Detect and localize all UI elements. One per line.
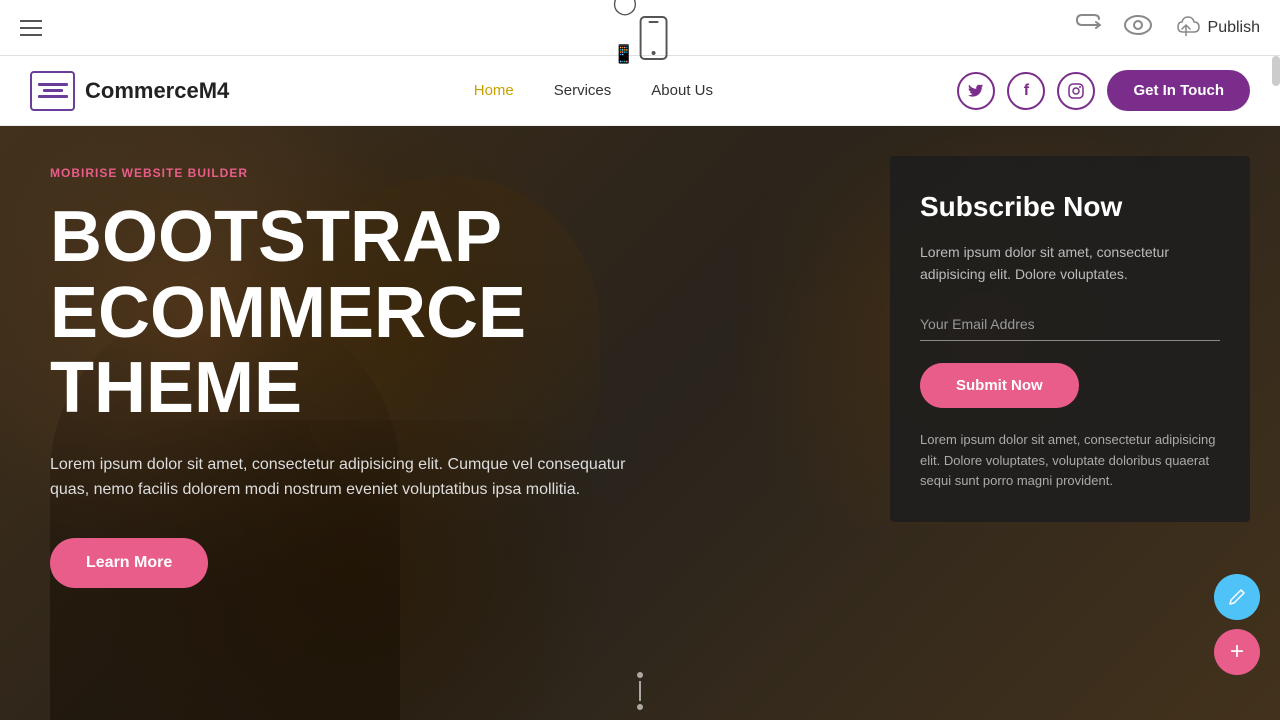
- logo-bar-1: [38, 83, 68, 86]
- fab-add-button[interactable]: +: [1214, 629, 1260, 675]
- toolbar-right: Publish: [1076, 14, 1260, 41]
- site-logo: CommerceM4: [30, 71, 229, 111]
- scroll-indicator: [637, 672, 643, 710]
- undo-icon[interactable]: [1076, 14, 1104, 41]
- hero-title-line3: THEME: [50, 348, 302, 428]
- hero-section: MOBIRISE WEBSITE BUILDER BOOTSTRAP ECOMM…: [0, 126, 1280, 720]
- get-in-touch-button[interactable]: Get In Touch: [1107, 70, 1250, 111]
- publish-button[interactable]: Publish: [1172, 14, 1260, 41]
- learn-more-button[interactable]: Learn More: [50, 538, 208, 588]
- facebook-icon: f: [1024, 82, 1029, 100]
- hero-tag: MOBIRISE WEBSITE BUILDER: [50, 166, 840, 180]
- scroll-dot: [637, 672, 643, 678]
- nav-links: Home Services About Us: [474, 82, 713, 99]
- publish-cloud-icon: [1172, 14, 1200, 41]
- logo-bar-3: [38, 95, 68, 98]
- nav-socials: f: [957, 72, 1095, 110]
- hero-description: Lorem ipsum dolor sit amet, consectetur …: [50, 452, 650, 503]
- toolbar-center: ◯📱: [613, 0, 668, 66]
- social-twitter-button[interactable]: [957, 72, 995, 110]
- toolbar: ◯📱 Publish: [0, 0, 1280, 56]
- nav-link-home[interactable]: Home: [474, 82, 514, 99]
- scroll-line: [639, 681, 641, 701]
- social-facebook-button[interactable]: f: [1007, 72, 1045, 110]
- subscribe-footer: Lorem ipsum dolor sit amet, consectetur …: [920, 430, 1220, 492]
- hero-content: MOBIRISE WEBSITE BUILDER BOOTSTRAP ECOMM…: [0, 126, 890, 628]
- submit-button[interactable]: Submit Now: [920, 363, 1079, 408]
- nav-link-services[interactable]: Services: [554, 82, 612, 99]
- toolbar-left: [20, 20, 42, 36]
- fab-pencil-button[interactable]: [1214, 574, 1260, 620]
- hero-title: BOOTSTRAP ECOMMERCE THEME: [50, 200, 840, 427]
- hero-title-line2: ECOMMERCE: [50, 273, 526, 353]
- nav-link-about[interactable]: About Us: [651, 82, 713, 99]
- add-icon: +: [1230, 640, 1244, 664]
- mobile-preview-icon[interactable]: ◯📱: [613, 0, 638, 65]
- phone-frame-icon[interactable]: [639, 16, 667, 60]
- publish-label: Publish: [1208, 19, 1260, 37]
- preview-eye-icon[interactable]: [1124, 15, 1152, 41]
- scroll-dot-2: [637, 704, 643, 710]
- subscribe-title: Subscribe Now: [920, 191, 1220, 223]
- subscribe-description: Lorem ipsum dolor sit amet, consectetur …: [920, 241, 1220, 286]
- social-instagram-button[interactable]: [1057, 72, 1095, 110]
- logo-text: CommerceM4: [85, 78, 229, 104]
- hamburger-icon[interactable]: [20, 20, 42, 36]
- logo-icon: [30, 71, 75, 111]
- logo-bar-2: [43, 89, 63, 92]
- scrollbar-hint[interactable]: [1272, 56, 1280, 86]
- email-input[interactable]: [920, 308, 1220, 341]
- site-nav: CommerceM4 Home Services About Us f Get …: [0, 56, 1280, 126]
- subscribe-card: Subscribe Now Lorem ipsum dolor sit amet…: [890, 156, 1250, 522]
- nav-right: f Get In Touch: [957, 70, 1250, 111]
- hero-title-line1: BOOTSTRAP: [50, 197, 502, 277]
